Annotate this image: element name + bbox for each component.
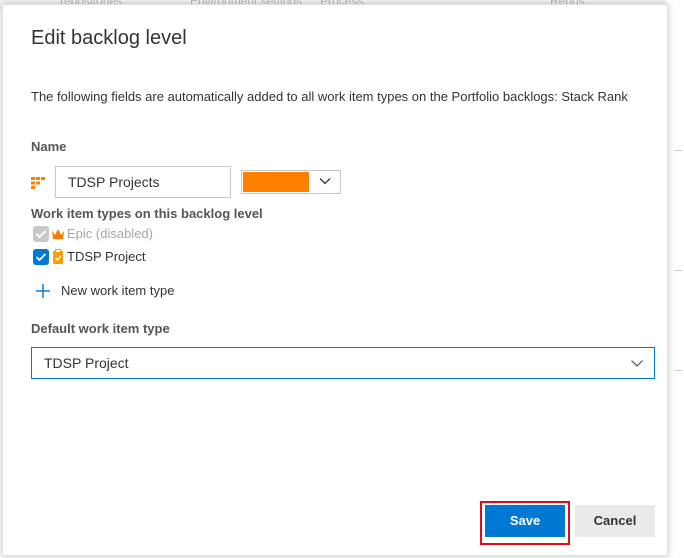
default-work-item-type-label: Default work item type <box>31 321 170 336</box>
chevron-down-icon <box>319 178 331 185</box>
dialog-title: Edit backlog level <box>31 27 187 49</box>
dropdown-value: TDSP Project <box>44 355 129 371</box>
crown-icon <box>52 229 64 239</box>
color-picker[interactable] <box>241 170 341 194</box>
checkbox-disabled <box>33 226 49 242</box>
work-item-types-label: Work item types on this backlog level <box>31 206 263 221</box>
chevron-down-icon <box>631 360 643 367</box>
color-swatch <box>243 172 309 192</box>
new-work-item-type-label: New work item type <box>61 283 175 298</box>
work-item-type-label: TDSP Project <box>67 249 146 264</box>
edit-backlog-level-dialog: Edit backlog level The following fields … <box>2 4 668 556</box>
default-work-item-type-dropdown[interactable]: TDSP Project <box>31 347 655 379</box>
work-item-type-label: Epic (disabled) <box>67 226 153 241</box>
save-button[interactable]: Save <box>485 505 565 537</box>
name-label: Name <box>31 139 67 154</box>
backlog-level-icon <box>31 177 45 189</box>
cancel-button[interactable]: Cancel <box>575 505 655 537</box>
info-text: The following fields are automatically a… <box>31 89 628 104</box>
checkbox-checked[interactable] <box>33 249 49 265</box>
clipboard-icon <box>53 249 63 264</box>
background-page-edge <box>666 0 684 558</box>
plus-icon <box>36 284 50 298</box>
name-input[interactable] <box>55 166 231 198</box>
